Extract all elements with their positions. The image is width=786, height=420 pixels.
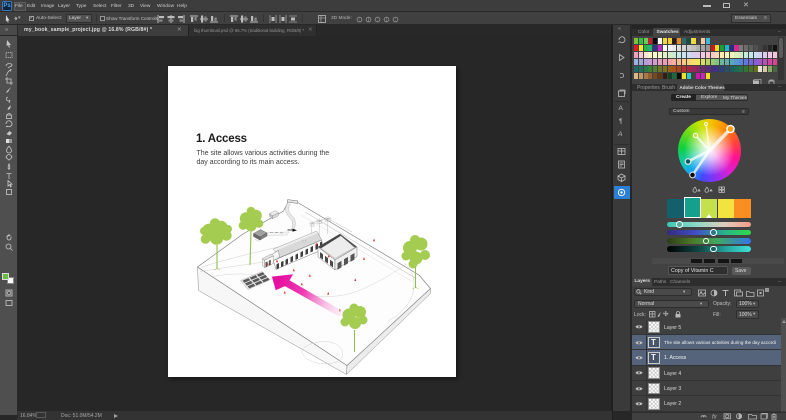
svg-text:fx: fx bbox=[712, 415, 718, 420]
